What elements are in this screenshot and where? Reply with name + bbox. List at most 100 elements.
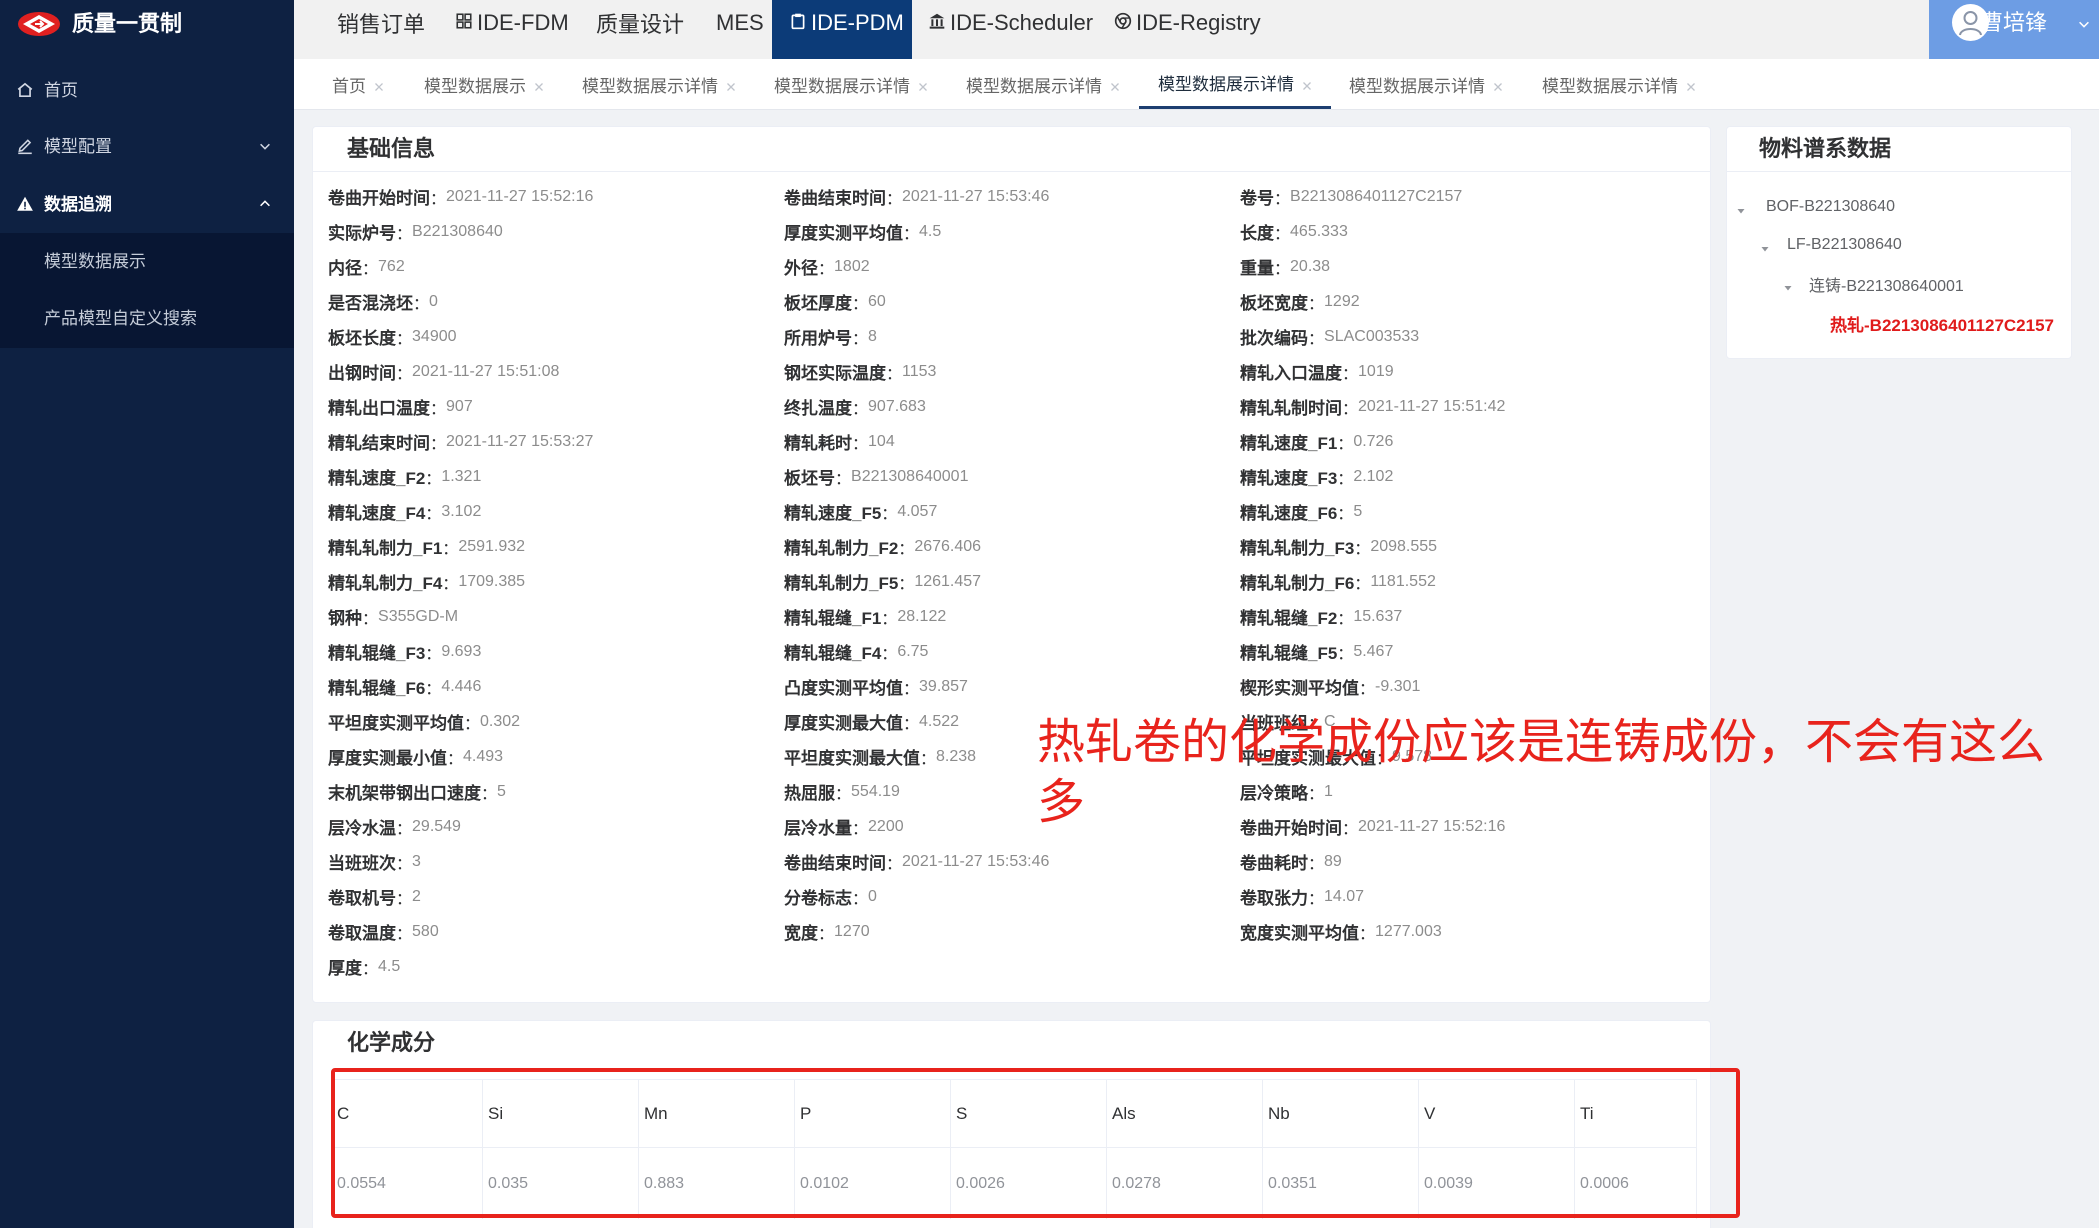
tab-model-data-detail[interactable]: 模型数据展示详情 [755,59,947,109]
tab-model-data-detail[interactable]: 模型数据展示详情 [563,59,755,109]
field-item: 层冷水量： 2200 [784,809,1240,844]
field-item: 精轧辊缝_F3： 9.693 [328,634,784,669]
field-value: 39.857 [919,677,968,695]
field-separator: ： [447,750,464,768]
close-icon[interactable] [726,79,736,91]
field-separator: ： [1342,400,1359,418]
chemistry-panel: 化学成分 C Si Mn P S Als Nb V Ti 0.0554 0.035 0.883 0.01… [312,1020,1711,1228]
field-item: 厚度实测平均值： 4.5 [784,214,1240,249]
field-separator: ： [1337,505,1354,523]
field-label: 凸度实测平均值 [784,679,903,698]
field-label: 外径 [784,259,818,278]
tab-model-data[interactable]: 模型数据展示 [405,59,563,109]
close-icon[interactable] [1686,79,1696,91]
sidebar-item-model-config[interactable]: 模型配置 [0,118,294,175]
field-item: 卷曲开始时间： 2021-11-27 15:52:16 [1240,809,1696,844]
tab-model-data-detail[interactable]: 模型数据展示详情 [1330,59,1522,109]
field-item: 层冷水温： 29.549 [328,809,784,844]
field-separator: ： [898,540,915,558]
field-label: 平坦度实测最大值 [1240,749,1376,768]
field-item: 精轧速度_F1： 0.726 [1240,424,1696,459]
field-item: 卷曲结束时间： 2021-11-27 15:53:46 [784,179,1240,214]
field-separator: ： [362,610,379,628]
field-separator: ： [886,190,903,208]
warning-triangle-icon [16,195,34,213]
field-label: 精轧辊缝_F6 [328,679,426,698]
field-separator: ： [852,400,869,418]
tab-home[interactable]: 首页 [313,59,403,109]
table-header-cell: C [332,1080,483,1148]
field-item: 精轧轧制时间： 2021-11-27 15:51:42 [1240,389,1696,424]
field-label: 精轧出口温度 [328,399,430,418]
field-label: 钢坯实际温度 [784,364,886,383]
panel-header: 基础信息 [313,127,1710,172]
field-label: 楔形实测平均值 [1240,679,1359,698]
nav-item-sales-order[interactable]: 销售订单 [337,0,425,59]
field-item: 批次编码： SLAC003533 [1240,319,1696,354]
tab-model-data-detail-active[interactable]: 模型数据展示详情 [1139,59,1331,109]
field-label: 终扎温度 [784,399,852,418]
field-separator: ： [413,295,430,313]
field-value: 29.549 [412,817,461,835]
field-separator: ： [898,575,915,593]
field-value: 1261.457 [914,572,982,590]
field-value: S355GD-M [378,607,459,625]
nav-item-ide-registry[interactable]: IDE-Registry [1114,0,1261,59]
caret-down-icon[interactable] [1760,241,1770,252]
field-value: 5 [497,782,506,800]
nav-label: IDE-Registry [1136,10,1261,35]
nav-item-mes[interactable]: MES [716,0,764,59]
tree-node-lf[interactable]: LF-B221308640 [1787,230,1902,260]
nav-item-quality-design[interactable]: 质量设计 [596,0,684,59]
field-label: 卷曲耗时 [1240,854,1308,873]
panel-title: 基础信息 [347,136,436,161]
close-icon[interactable] [374,79,384,91]
field-separator: ： [425,505,442,523]
field-value: 2021-11-27 15:51:42 [1358,397,1506,415]
sidebar-subitem-model-data[interactable]: 模型数据展示 [0,233,294,290]
field-value: 60 [868,292,886,310]
close-icon[interactable] [1302,78,1312,90]
field-label: 出钢时间 [328,364,396,383]
tree-node-bof[interactable]: BOF-B221308640 [1766,192,1895,222]
logo[interactable]: 质量一贯制 [0,0,294,47]
nav-label: 质量设计 [596,12,685,37]
field-value: 9.578 [1392,747,1433,765]
field-label: 层冷水温 [328,819,396,838]
field-label: 精轧辊缝_F1 [784,609,882,628]
tree-node-hot-rolling-current[interactable]: 热轧-B2213086401127C2157 [1830,308,2054,338]
nav-item-ide-fdm[interactable]: IDE-FDM [455,0,569,59]
field-separator: ： [1308,295,1325,313]
field-item: 平坦度实测最大值： 8.238 [784,739,1240,774]
field-value: 907.683 [868,397,926,415]
field-value: 2098.555 [1370,537,1438,555]
table-header-cell: V [1419,1080,1575,1148]
close-icon[interactable] [534,79,544,91]
bank-icon [928,12,946,35]
sidebar-item-label: 模型配置 [44,137,112,156]
field-value: 2676.406 [914,537,982,555]
close-icon[interactable] [1110,79,1120,91]
nav-item-ide-pdm[interactable]: IDE-PDM [772,0,912,59]
caret-down-icon[interactable] [1736,203,1746,214]
caret-down-icon[interactable] [1783,280,1793,291]
table-cell: 0.0102 [795,1148,951,1219]
user-menu[interactable]: 曹培锋 [1929,0,2099,59]
field-value: 4.057 [897,502,938,520]
sidebar-item-data-trace[interactable]: 数据追溯 [0,176,294,233]
sidebar-subitem-custom-search[interactable]: 产品模型自定义搜索 [0,290,294,347]
sidebar-subitem-label: 模型数据展示 [44,252,146,271]
sidebar-item-home[interactable]: 首页 [0,62,294,119]
tab-model-data-detail[interactable]: 模型数据展示详情 [1523,59,1715,109]
field-label: 卷曲结束时间 [784,189,886,208]
tree-node-continuous-casting[interactable]: 连铸-B221308640001 [1809,269,1964,299]
field-label: 精轧速度_F4 [328,504,426,523]
tab-model-data-detail[interactable]: 模型数据展示详情 [947,59,1139,109]
close-icon[interactable] [918,79,928,91]
field-label: 内径 [328,259,362,278]
field-label: 精轧速度_F2 [328,469,426,488]
nav-item-ide-scheduler[interactable]: IDE-Scheduler [928,0,1093,59]
field-label: 精轧轧制时间 [1240,399,1342,418]
brand-logo-icon [16,9,62,44]
close-icon[interactable] [1493,79,1503,91]
